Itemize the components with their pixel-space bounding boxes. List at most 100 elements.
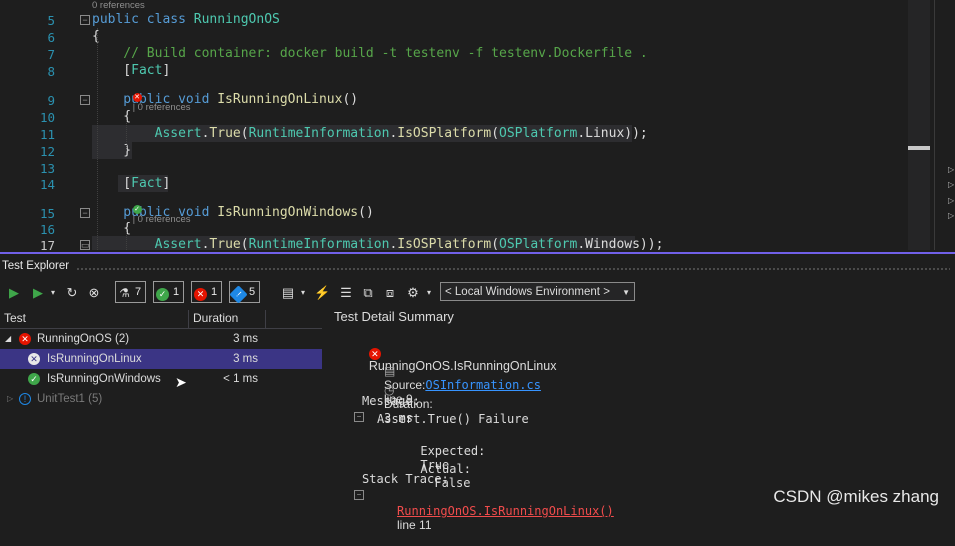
line-number: 9: [47, 93, 55, 108]
line-number-gutter: 5 6 7 8 9 10 11 12 13 14 15 16 17: [0, 0, 75, 250]
expand-all-icon[interactable]: ⧉: [360, 283, 376, 303]
code-token: OSPlatform: [499, 237, 578, 250]
passed-tests-counter[interactable]: ✓ 1: [153, 281, 185, 303]
source-file-link[interactable]: OSInformation.cs: [425, 378, 541, 392]
line-number: 5: [47, 13, 55, 28]
line-number: 14: [39, 177, 55, 192]
code-line[interactable]: Assert.True(RuntimeInformation.IsOSPlatf…: [92, 126, 648, 141]
line-number: 16: [39, 222, 55, 237]
test-name: IsRunningOnWindows: [47, 373, 161, 385]
fold-toggle-icon[interactable]: ▭: [80, 240, 90, 250]
code-line[interactable]: {: [92, 29, 100, 44]
code-token: Assert: [154, 237, 202, 250]
chevron-down-icon[interactable]: ▾: [298, 283, 308, 303]
chevron-down-icon: ▼: [622, 288, 630, 297]
not-run-tests-counter[interactable]: ! 5: [229, 281, 261, 304]
not-run-tests-count: 5: [249, 286, 256, 298]
scroll-thumb[interactable]: [908, 146, 930, 150]
code-token: class: [146, 12, 194, 27]
cancel-icon[interactable]: ⊗: [86, 283, 102, 303]
group-by-icon[interactable]: ☰: [338, 283, 354, 303]
expand-arrow-icon[interactable]: ▷: [948, 196, 954, 205]
test-duration: 3 ms: [233, 353, 258, 365]
stack-label: Stack Trace:: [362, 472, 449, 486]
watermark: CSDN @mikes zhang: [773, 487, 939, 506]
code-token: // Build container: docker build -t test…: [92, 46, 648, 61]
message-label: Message:: [362, 394, 420, 408]
code-line[interactable]: [Fact]: [92, 176, 170, 191]
codelens-windows[interactable]: ✓ | 0 references: [122, 191, 190, 236]
playlist-icon[interactable]: ▤: [280, 283, 296, 303]
code-line[interactable]: // Build container: docker build -t test…: [92, 46, 648, 61]
test-toolbar: ▶ ▶ ▾ ↻ ⊗ ⚗ 7 ✓ 1 ✕ 1 ! 5 ▤ ▾ ⚡ ☰ ⧉ ⧈ ⚙ ▾ < …: [0, 280, 955, 306]
code-token: IsOSPlatform: [397, 237, 492, 250]
failed-icon: ✕: [194, 288, 207, 301]
tree-header: Test Duration: [0, 310, 322, 329]
total-tests-counter[interactable]: ⚗ 7: [115, 281, 147, 303]
code-line[interactable]: [Fact]: [92, 63, 170, 78]
line-number: 13: [39, 161, 55, 176]
line-number: 12: [39, 144, 55, 159]
chevron-down-icon[interactable]: ▾: [48, 283, 58, 303]
test-row-group[interactable]: ▷ ! UnitTest1 (5): [0, 389, 322, 409]
code-token: (: [240, 237, 249, 250]
test-row[interactable]: ✓ IsRunningOnWindows < 1 ms ➤: [0, 369, 322, 390]
collapse-all-icon[interactable]: ⧈: [382, 283, 398, 303]
passed-icon: ✓: [132, 205, 142, 214]
run-all-icon[interactable]: ▶: [6, 283, 22, 303]
column-header-test[interactable]: Test: [4, 311, 26, 325]
test-row-group[interactable]: ◢ ✕ RunningOnOS (2) 3 ms: [0, 329, 322, 349]
failed-tests-counter[interactable]: ✕ 1: [191, 281, 223, 303]
line-number: 8: [47, 64, 55, 79]
run-after-build-icon[interactable]: ⚡: [314, 283, 330, 303]
test-tree: Test Duration ◢ ✕ RunningOnOS (2) 3 ms ✕…: [0, 308, 322, 515]
code-token: {: [92, 29, 100, 44]
not-run-icon: !: [229, 285, 248, 304]
codelens-class[interactable]: 0 references: [92, 0, 145, 11]
settings-gear-icon[interactable]: ⚙: [405, 283, 421, 303]
expand-arrow-icon[interactable]: ▷: [948, 180, 954, 189]
code-editor[interactable]: 5 6 7 8 9 10 11 12 13 14 15 16 17 public class Runni…: [0, 0, 955, 250]
codelens-linux[interactable]: ✕ | 0 references: [122, 79, 190, 124]
column-header-duration[interactable]: Duration: [193, 311, 238, 325]
fold-toggle-icon[interactable]: −: [80, 208, 90, 218]
code-token: .Windows));: [577, 237, 664, 250]
code-token: public: [92, 12, 147, 27]
chevron-down-icon[interactable]: ▾: [424, 283, 434, 303]
run-icon[interactable]: ▶: [30, 283, 46, 303]
code-token: ]: [162, 63, 171, 78]
code-line[interactable]: Assert.True(RuntimeInformation.IsOSPlatf…: [92, 237, 664, 250]
editor-scrollbar[interactable]: [908, 0, 930, 250]
expand-arrow-icon[interactable]: ▷: [948, 211, 954, 220]
code-token: (): [342, 92, 359, 107]
environment-select[interactable]: < Local Windows Environment > ▼: [440, 282, 635, 301]
passed-tests-count: 1: [173, 286, 180, 298]
test-name: RunningOnOS (2): [37, 333, 130, 345]
code-line[interactable]: public class RunningOnOS: [92, 12, 280, 27]
code-token: Fact: [131, 176, 163, 191]
code-token: Assert: [154, 126, 202, 141]
fold-toggle-icon[interactable]: −: [80, 95, 90, 105]
stack-frame-link[interactable]: RunningOnOS.IsRunningOnLinux(): [397, 504, 614, 518]
expand-arrow-icon[interactable]: ▷: [948, 165, 954, 174]
collapse-icon[interactable]: −: [354, 412, 365, 422]
collapse-arrow-icon[interactable]: ▷: [7, 389, 13, 409]
line-number: 17: [39, 238, 55, 250]
rerun-icon[interactable]: ↻: [64, 283, 80, 303]
line-number: 11: [39, 127, 55, 142]
test-name: UnitTest1 (5): [37, 393, 103, 405]
code-token: IsRunningOnWindows: [217, 205, 359, 220]
test-detail-summary: Test Detail Summary ✕ RunningOnOS.IsRunn…: [334, 308, 944, 532]
collapse-icon[interactable]: −: [354, 490, 365, 500]
code-token: ]: [162, 176, 171, 191]
column-divider[interactable]: [188, 310, 189, 328]
failed-icon: ✕: [19, 333, 31, 345]
fold-toggle-icon[interactable]: −: [80, 15, 90, 25]
code-token: RuntimeInformation: [248, 237, 390, 250]
expand-arrow-icon[interactable]: ◢: [5, 329, 11, 349]
test-row-selected[interactable]: ✕ IsRunningOnLinux 3 ms: [0, 349, 322, 369]
code-token: (: [491, 237, 500, 250]
passed-icon: ✓: [156, 288, 169, 301]
panel-drag-handle[interactable]: [76, 267, 950, 271]
column-divider[interactable]: [265, 310, 266, 328]
